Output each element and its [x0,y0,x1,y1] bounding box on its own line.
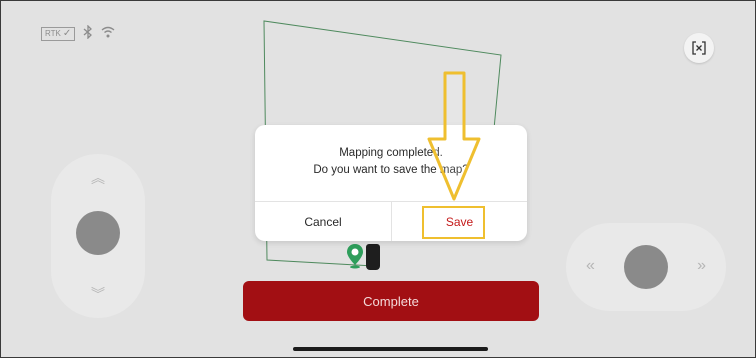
dialog-message-line1: Mapping completed. [339,147,443,159]
right-joystick[interactable]: « » [566,223,726,311]
cancel-button[interactable]: Cancel [255,202,391,241]
left-joystick-knob[interactable] [76,211,120,255]
rtk-label: RTK [45,28,61,38]
right-joystick-knob[interactable] [624,245,668,289]
location-pin-icon [347,244,363,269]
status-bar: RTK ✓ [41,24,115,42]
chevron-double-right-icon: » [697,257,706,274]
complete-button[interactable]: Complete [243,281,539,321]
exit-fullscreen-button[interactable] [684,33,714,63]
check-icon: ✓ [62,27,72,39]
exit-fullscreen-icon [692,41,706,55]
mower-icon [366,244,380,270]
chevron-double-up-icon: ︽ [91,170,105,186]
app-screen: RTK ✓ ︽ ︾ « » Complete Mapping completed… [0,0,756,358]
wifi-icon [101,26,115,41]
dialog-message: Mapping completed. Do you want to save t… [255,145,527,179]
home-indicator[interactable] [293,347,488,351]
save-map-dialog: Mapping completed. Do you want to save t… [255,125,527,241]
bluetooth-icon [83,24,93,42]
save-highlight-box [422,206,485,239]
chevron-double-left-icon: « [586,257,595,274]
dialog-message-line2: Do you want to save the map? [313,164,469,176]
chevron-double-down-icon: ︾ [91,286,105,302]
rtk-indicator: RTK ✓ [41,26,76,41]
left-joystick[interactable]: ︽ ︾ [51,154,145,318]
